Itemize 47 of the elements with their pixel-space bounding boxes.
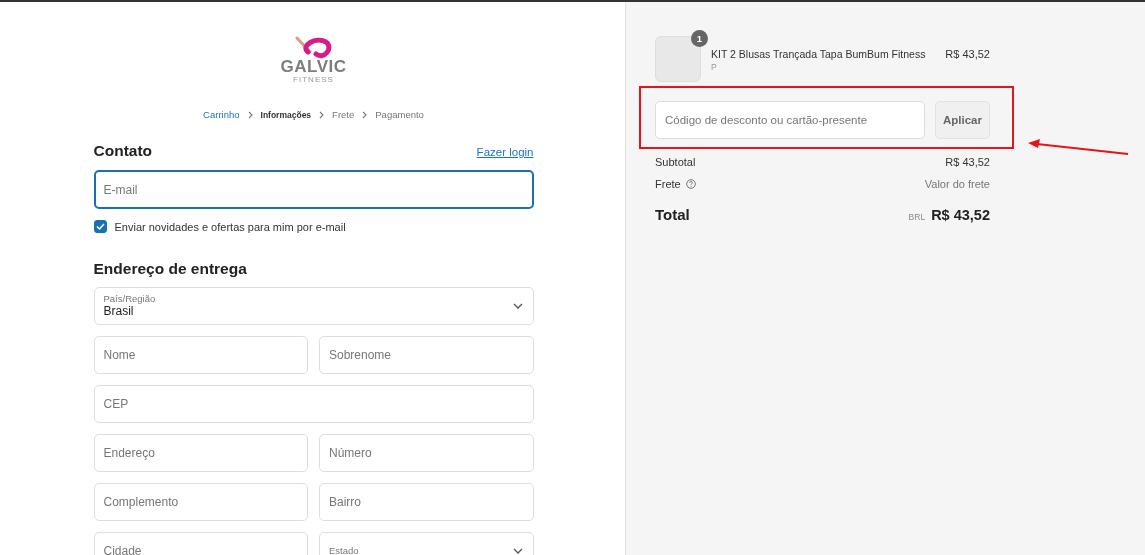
input-field[interactable]: Complemento xyxy=(93,483,308,521)
input-field[interactable]: Cidade xyxy=(93,532,308,555)
chevron-right-icon xyxy=(362,110,368,119)
total-label: Total xyxy=(655,206,690,223)
field-label: Estado xyxy=(329,545,360,555)
checkbox[interactable] xyxy=(93,220,107,233)
apply-button[interactable]: Aplicar xyxy=(935,101,990,139)
input-field[interactable]: Sobrenome xyxy=(319,336,534,374)
section-heading: Contato xyxy=(93,142,153,160)
help-icon[interactable] xyxy=(685,179,696,189)
field-label: País/Região xyxy=(103,293,157,305)
breadcrumb-step[interactable]: Carrinho xyxy=(203,109,240,120)
breadcrumb-step: Frete xyxy=(332,109,355,120)
quantity-badge: 1 xyxy=(691,30,708,47)
input-field[interactable]: Bairro xyxy=(319,483,534,521)
chevron-right-icon xyxy=(319,110,325,119)
subtotal-label: Subtotal xyxy=(655,156,696,168)
chevron-down-icon xyxy=(512,303,523,309)
discount-code-field[interactable]: Código de desconto ou cartão-presente xyxy=(655,101,925,139)
product-price: R$ 43,52 xyxy=(945,48,990,60)
input-field[interactable]: Nome xyxy=(93,336,308,374)
input-field[interactable]: Número xyxy=(319,434,534,472)
breadcrumb-step: Pagamento xyxy=(375,109,424,120)
shipping-value: Valor do frete xyxy=(924,178,990,190)
dropdown-field[interactable]: País/Região Brasil xyxy=(93,287,534,325)
logo-tagline: FITNESS xyxy=(293,76,334,84)
product-photo-placeholder xyxy=(655,36,701,82)
checkbox-label: Enviar novidades e ofertas para mim por e-mail xyxy=(114,220,346,233)
currency-code: BRL xyxy=(908,211,926,222)
breadcrumb-step: Informações xyxy=(260,109,312,120)
product-name: KIT 2 Blusas Trançada Tapa BumBum Fitness xyxy=(711,48,927,60)
subtotal-value: R$ 43,52 xyxy=(945,156,990,168)
input-field[interactable]: Endereço xyxy=(93,434,308,472)
shipping-label: Frete xyxy=(655,178,681,190)
chevron-down-icon xyxy=(512,548,523,554)
product-variant: P xyxy=(711,62,718,72)
chevron-right-icon xyxy=(247,110,253,119)
input-field[interactable]: CEP xyxy=(93,385,534,423)
field-value: Brasil xyxy=(103,304,134,319)
section-heading: Endereço de entrega xyxy=(93,260,247,278)
swirl-logo-icon xyxy=(293,36,334,60)
email-field[interactable]: E-mail xyxy=(93,170,534,209)
total-value: R$ 43,52 xyxy=(931,206,990,223)
dropdown-field[interactable]: Estado xyxy=(319,532,534,555)
logo-name: GALVIC xyxy=(280,58,347,75)
check-icon xyxy=(95,223,105,230)
login-link[interactable]: Fazer login xyxy=(476,146,534,158)
